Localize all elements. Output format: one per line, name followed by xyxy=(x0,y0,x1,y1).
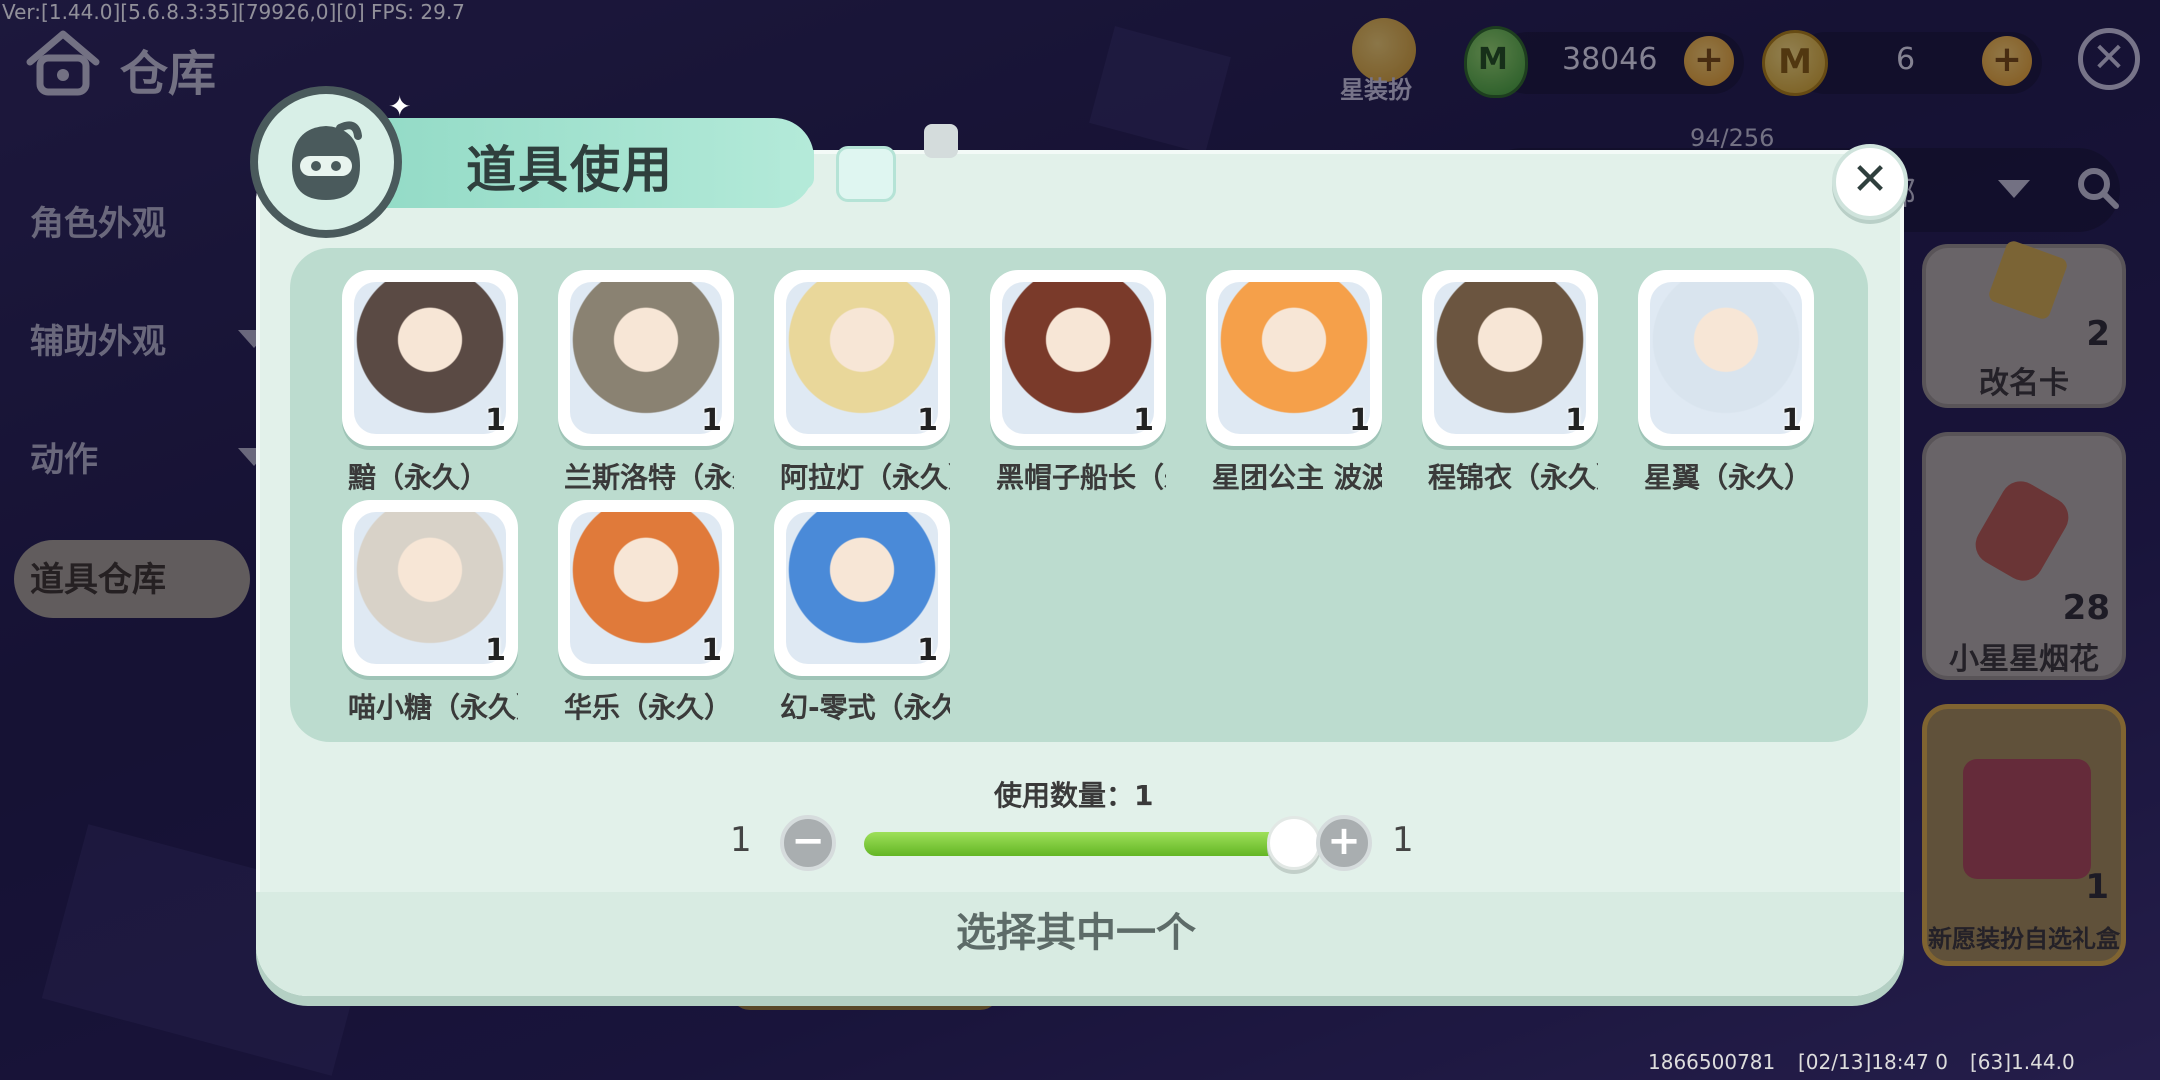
reward-name: 华乐（永久） xyxy=(564,691,733,724)
reward-tile[interactable]: 1 xyxy=(342,500,518,676)
reward-name: 阿拉灯（永久） xyxy=(780,461,950,494)
dialog-title: 道具使用 xyxy=(466,141,674,199)
quantity-max: 1 xyxy=(1392,820,1414,860)
reward-count: 1 xyxy=(485,633,506,668)
reward-option[interactable]: 1 星团公主 波波（永久） xyxy=(1206,270,1382,496)
reward-tile[interactable]: 1 xyxy=(774,270,950,446)
reward-tile[interactable]: 1 xyxy=(990,270,1166,446)
reward-option[interactable]: 1 喵小糖（永久） xyxy=(342,500,518,726)
reward-count: 1 xyxy=(701,403,722,438)
character-portrait-icon xyxy=(570,512,722,664)
reward-name: 幻-零式（永久） xyxy=(780,691,950,724)
character-portrait-icon xyxy=(354,512,506,664)
reward-tile[interactable]: 1 xyxy=(774,500,950,676)
slider-fill xyxy=(864,832,1294,856)
slider-handle[interactable] xyxy=(1267,816,1321,870)
reward-option[interactable]: 1 程锦衣（永久） xyxy=(1422,270,1598,496)
reward-tile[interactable]: 1 xyxy=(1206,270,1382,446)
reward-tile[interactable]: 1 xyxy=(558,500,734,676)
player-id: 1866500781 xyxy=(1648,1050,1776,1074)
reward-option[interactable]: 1 黑帽子船长（永久） xyxy=(990,270,1166,496)
reward-name: 黯（永久） xyxy=(348,461,489,494)
character-portrait-icon xyxy=(1002,282,1154,434)
choose-one-hint: 选择其中一个 xyxy=(956,910,1196,956)
reward-count: 1 xyxy=(917,403,938,438)
quantity-slider[interactable] xyxy=(864,832,1294,856)
reward-name: 程锦衣（永久） xyxy=(1428,461,1598,494)
reward-count: 1 xyxy=(485,403,506,438)
reward-option[interactable]: 1 华乐（永久） xyxy=(558,500,734,726)
reward-option[interactable]: 1 兰斯洛特（永久） xyxy=(558,270,734,496)
reward-count: 1 xyxy=(1565,403,1586,438)
character-portrait-icon xyxy=(786,282,938,434)
character-portrait-icon xyxy=(786,512,938,664)
reward-name: 星团公主 波波（永久） xyxy=(1212,461,1382,494)
reward-tile[interactable]: 1 xyxy=(1422,270,1598,446)
character-portrait-icon xyxy=(570,282,722,434)
title-decoration xyxy=(924,124,958,158)
title-bar-notch xyxy=(780,150,814,190)
reward-name: 黑帽子船长（永久） xyxy=(996,461,1166,494)
reward-name: 兰斯洛特（永久） xyxy=(564,461,734,494)
reward-count: 1 xyxy=(1349,403,1370,438)
reward-option[interactable]: 1 星翼（永久） xyxy=(1638,270,1814,496)
character-portrait-icon xyxy=(1434,282,1586,434)
quantity-label: 使用数量：1 xyxy=(994,779,1154,812)
client-version: [63]1.44.0 xyxy=(1970,1050,2075,1074)
character-portrait-icon xyxy=(1650,282,1802,434)
reward-option[interactable]: 1 黯（永久） xyxy=(342,270,518,496)
reward-count: 1 xyxy=(1133,403,1154,438)
reward-count: 1 xyxy=(1781,403,1802,438)
server-time: [02/13]18:47 0 xyxy=(1798,1050,1948,1074)
reward-option[interactable]: 1 阿拉灯（永久） xyxy=(774,270,950,496)
dialog-mascot-icon xyxy=(250,86,402,238)
character-portrait-icon xyxy=(354,282,506,434)
quantity-min: 1 xyxy=(730,820,752,860)
increase-quantity-button[interactable]: + xyxy=(1316,815,1372,871)
reward-tile[interactable]: 1 xyxy=(1638,270,1814,446)
character-portrait-icon xyxy=(1218,282,1370,434)
reward-count: 1 xyxy=(917,633,938,668)
reward-count: 1 xyxy=(701,633,722,668)
reward-option[interactable]: 1 幻-零式（永久） xyxy=(774,500,950,726)
reward-name: 喵小糖（永久） xyxy=(348,691,518,724)
reward-tile[interactable]: 1 xyxy=(342,270,518,446)
reward-name: 星翼（永久） xyxy=(1644,461,1813,494)
mascot-face-icon xyxy=(292,121,362,200)
sparkle-icon: ✦ xyxy=(388,90,412,123)
reward-tile[interactable]: 1 xyxy=(558,270,734,446)
decrease-quantity-button[interactable]: − xyxy=(780,815,836,871)
close-dialog-button[interactable]: ✕ xyxy=(1832,144,1908,220)
title-decoration xyxy=(836,146,896,202)
